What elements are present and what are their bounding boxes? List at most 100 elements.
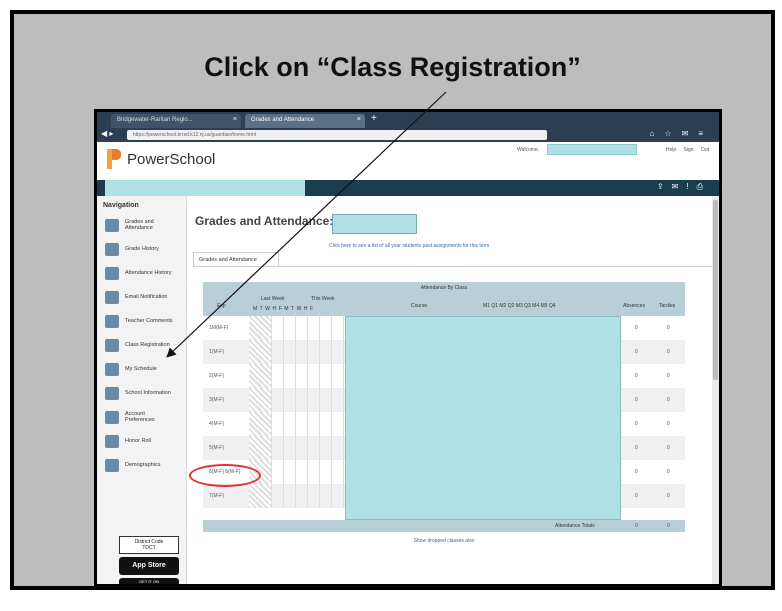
browser-toolbar-icons[interactable]: ⌂☆✉≡ <box>650 129 713 138</box>
exp-cell: 1M(M-F) <box>209 325 229 331</box>
tardies-cell[interactable]: 0 <box>667 469 670 475</box>
sidebar-item-grades-attendance[interactable]: Grades and Attendance <box>97 213 186 237</box>
sign-out-link[interactable]: Sign Out <box>684 147 709 153</box>
sidebar-item-label: Attendance History <box>125 270 172 276</box>
days-header: M T W H F M T W H F <box>253 306 314 312</box>
tab-label: Bridgewater-Raritan Regio... <box>117 117 193 123</box>
district-code-box: District Code TDCT <box>119 536 179 554</box>
sidebar-item-email-notification[interactable]: Email Notification <box>97 285 186 309</box>
page-scrollbar[interactable] <box>712 196 719 584</box>
brand-name: PowerSchool <box>127 151 216 168</box>
tardies-cell[interactable]: 0 <box>667 349 670 355</box>
attendance-cells <box>271 388 355 412</box>
browser-tab-grades[interactable]: Grades and Attendance × <box>245 114 365 128</box>
absences-cell[interactable]: 0 <box>635 325 638 331</box>
header-links: Help Sign Out <box>666 147 709 153</box>
powerschool-logo-icon <box>107 149 121 169</box>
grades-icon <box>105 218 119 232</box>
help-link[interactable]: Help <box>666 147 676 153</box>
assignments-link[interactable]: Click here to see a list of all your stu… <box>329 243 491 249</box>
address-bar: ◀ ▸ https://powerschool.brrsd.k12.nj.us/… <box>97 128 719 142</box>
tab-label: Grades and Attendance <box>251 117 315 123</box>
url-input[interactable]: https://powerschool.brrsd.k12.nj.us/guar… <box>127 130 547 140</box>
browser-tab-bar: Bridgewater-Raritan Regio... × Grades an… <box>97 112 719 128</box>
table-group-header: Attendance By Class <box>203 282 685 294</box>
attendance-cells <box>249 484 271 508</box>
sidebar-item-attendance-history[interactable]: Attendance History <box>97 261 186 285</box>
this-week-header: This Week <box>311 296 335 302</box>
tardies-cell[interactable]: 0 <box>667 421 670 427</box>
navigation-title: Navigation <box>103 202 139 209</box>
table-column-headers: Exp Last Week This Week M T W H F M T W … <box>203 294 685 316</box>
app-store-badges: District Code TDCT App Store GET IT ON <box>119 536 179 584</box>
district-code: TDCT <box>142 545 156 551</box>
tardies-cell[interactable]: 0 <box>667 397 670 403</box>
sidebar-item-school-information[interactable]: School Information <box>97 381 186 405</box>
exp-header: Exp <box>217 303 226 309</box>
honor-roll-icon <box>105 434 119 448</box>
tardies-cell[interactable]: 0 <box>667 325 670 331</box>
sidebar-item-class-registration[interactable]: Class Registration <box>97 333 186 357</box>
attendance-icon <box>105 266 119 280</box>
show-dropped-classes-link[interactable]: Show dropped classes also <box>203 538 685 544</box>
sidebar-item-label: Grade History <box>125 246 159 252</box>
new-tab-button[interactable]: + <box>371 113 377 124</box>
exp-cell: 2(M-F) <box>209 373 224 379</box>
tardies-cell[interactable]: 0 <box>667 493 670 499</box>
instruction-title: Click on “Class Registration” <box>204 52 581 82</box>
course-header: Course <box>411 303 428 309</box>
page-title: Grades and Attendance: <box>195 214 334 228</box>
sidebar-item-label: Grades and Attendance <box>125 219 154 231</box>
absences-cell[interactable]: 0 <box>635 445 638 451</box>
instruction-slide: Click on “Class Registration” Bridgewate… <box>10 10 775 590</box>
exp-cell: 1(M-F) <box>209 349 224 355</box>
attendance-cells <box>271 436 355 460</box>
close-icon[interactable]: × <box>233 116 237 123</box>
absences-cell[interactable]: 0 <box>635 421 638 427</box>
exp-cell: 5(M-F) <box>209 445 224 451</box>
redacted-student-selector[interactable] <box>105 180 305 196</box>
attendance-cells <box>249 412 271 436</box>
sidebar-item-label: Account Preferences <box>125 411 155 423</box>
attendance-cells <box>271 484 355 508</box>
sidebar-item-my-schedule[interactable]: My Schedule <box>97 357 186 381</box>
totals-tardies: 0 <box>667 523 670 529</box>
exp-cell: 4(M-F) <box>209 421 224 427</box>
absences-cell[interactable]: 0 <box>635 469 638 475</box>
tab-grades-attendance[interactable]: Grades and Attendance <box>193 252 279 266</box>
attendance-cells <box>271 364 355 388</box>
sidebar-item-teacher-comments[interactable]: Teacher Comments <box>97 309 186 333</box>
attendance-cells <box>249 316 271 340</box>
attendance-table: Attendance By Class Exp Last Week This W… <box>203 282 685 548</box>
redacted-course-list <box>345 316 621 520</box>
browser-tab-district[interactable]: Bridgewater-Raritan Regio... × <box>111 114 241 128</box>
sidebar-item-honor-roll[interactable]: Honor Roll <box>97 429 186 453</box>
sidebar-item-account-preferences[interactable]: Account Preferences <box>97 405 186 429</box>
absences-cell[interactable]: 0 <box>635 349 638 355</box>
back-arrow-icon[interactable]: ◀ ▸ <box>101 129 113 138</box>
sidebar-item-label: My Schedule <box>125 366 157 372</box>
sidebar-item-grade-history[interactable]: Grade History <box>97 237 186 261</box>
absences-cell[interactable]: 0 <box>635 373 638 379</box>
google-play-button[interactable]: GET IT ON <box>119 578 179 584</box>
terms-header: M1 Q1 M2 Q2 M3 Q3 M4 M5 Q4 <box>483 303 556 309</box>
last-week-header: Last Week <box>261 296 285 302</box>
attendance-cells <box>249 340 271 364</box>
tardies-cell[interactable]: 0 <box>667 373 670 379</box>
absences-cell[interactable]: 0 <box>635 397 638 403</box>
absences-cell[interactable]: 0 <box>635 493 638 499</box>
tardies-cell[interactable]: 0 <box>667 445 670 451</box>
sidebar-item-demographics[interactable]: Demographics <box>97 453 186 477</box>
comments-icon <box>105 314 119 328</box>
student-bar: ⇪✉!⎙ <box>97 180 719 196</box>
sidebar-item-label: School Information <box>125 390 171 396</box>
scrollbar-thumb[interactable] <box>713 200 718 380</box>
class-registration-highlight <box>189 464 261 487</box>
app-store-button[interactable]: App Store <box>119 557 179 575</box>
welcome-label: Welcome, <box>517 147 540 153</box>
close-icon[interactable]: × <box>357 116 361 123</box>
tab-divider <box>193 266 717 267</box>
utility-icons[interactable]: ⇪✉!⎙ <box>657 182 711 192</box>
powerschool-header: PowerSchool Welcome, Help Sign Out <box>97 142 719 180</box>
attendance-totals-row: Attendance Totals 0 0 <box>203 520 685 532</box>
